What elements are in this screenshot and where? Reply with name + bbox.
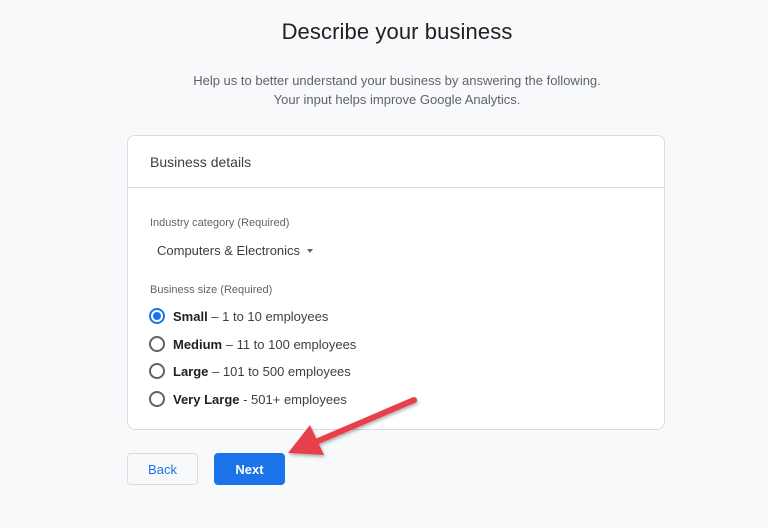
radio-name-medium: Medium bbox=[173, 336, 223, 352]
back-button[interactable]: Back bbox=[127, 453, 198, 485]
business-details-card: Business details Industry category (Requ… bbox=[127, 135, 665, 430]
radio-option-small[interactable]: Small – 1 to 10 employees bbox=[149, 308, 328, 324]
radio-option-medium[interactable]: Medium – 11 to 100 employees bbox=[149, 336, 356, 352]
radio-detail-medium: – 11 to 100 employees bbox=[222, 336, 357, 352]
radio-name-large: Large bbox=[173, 363, 209, 379]
radio-button-large[interactable] bbox=[149, 363, 165, 379]
next-button[interactable]: Next bbox=[214, 453, 285, 485]
radio-name-very-large: Very Large bbox=[173, 391, 240, 407]
card-header: Business details bbox=[128, 136, 664, 188]
radio-detail-large: – 101 to 500 employees bbox=[208, 363, 351, 379]
radio-label-small: Small – 1 to 10 employees bbox=[173, 309, 328, 324]
page-subtitle: Help us to better understand your busine… bbox=[0, 71, 768, 109]
industry-selected-value: Computers & Electronics bbox=[157, 243, 301, 258]
radio-label-large: Large – 101 to 500 employees bbox=[173, 364, 351, 379]
caret-down-icon bbox=[307, 249, 314, 253]
business-size-label: Business size (Required) bbox=[150, 284, 273, 296]
page-title: Describe your business bbox=[281, 19, 513, 44]
radio-name-small: Small bbox=[173, 308, 208, 324]
subtitle-line-2: Your input helps improve Google Analytic… bbox=[273, 92, 521, 107]
radio-detail-very-large: - 501+ employees bbox=[239, 391, 347, 407]
radio-option-large[interactable]: Large – 101 to 500 employees bbox=[149, 363, 351, 379]
radio-option-very-large[interactable]: Very Large - 501+ employees bbox=[149, 391, 347, 407]
radio-button-small[interactable] bbox=[149, 308, 165, 324]
industry-category-dropdown[interactable]: Computers & Electronics bbox=[157, 243, 314, 258]
radio-label-very-large: Very Large - 501+ employees bbox=[173, 392, 347, 407]
radio-detail-small: – 1 to 10 employees bbox=[207, 308, 329, 324]
radio-label-medium: Medium – 11 to 100 employees bbox=[173, 337, 356, 352]
radio-button-very-large[interactable] bbox=[149, 391, 165, 407]
radio-button-medium[interactable] bbox=[149, 336, 165, 352]
industry-category-label: Industry category (Required) bbox=[150, 217, 290, 229]
subtitle-line-1: Help us to better understand your busine… bbox=[193, 73, 601, 88]
